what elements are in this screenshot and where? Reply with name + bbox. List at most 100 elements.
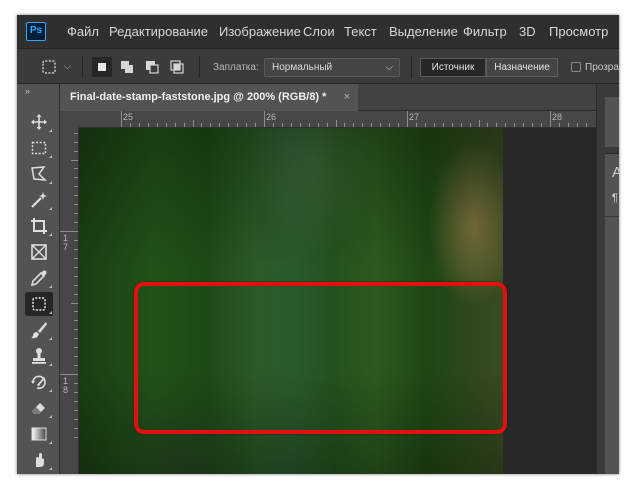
ruler-tick bbox=[74, 400, 78, 402]
ruler-tick bbox=[389, 123, 391, 127]
ruler-tick bbox=[532, 123, 534, 127]
ruler-tick bbox=[74, 222, 78, 224]
divider bbox=[82, 56, 83, 78]
ruler-tick bbox=[550, 111, 551, 127]
document-tab[interactable]: Final-date-stamp-faststone.jpg @ 200% (R… bbox=[60, 84, 358, 111]
menu-layers[interactable]: Слои bbox=[303, 24, 335, 39]
ruler-tick bbox=[496, 123, 498, 127]
menu-3d[interactable]: 3D bbox=[519, 24, 536, 39]
ruler-tick bbox=[74, 284, 78, 286]
ruler-tick bbox=[201, 123, 203, 127]
ruler-tick bbox=[74, 204, 78, 206]
brush-tool[interactable] bbox=[25, 318, 53, 342]
move-tool[interactable] bbox=[25, 110, 53, 134]
smudge-tool[interactable] bbox=[25, 448, 53, 472]
menu-type[interactable]: Текст bbox=[344, 24, 377, 39]
brush-icon bbox=[31, 322, 47, 339]
ruler-tick bbox=[523, 123, 525, 127]
clone-stamp-icon bbox=[32, 348, 46, 364]
ruler-tick bbox=[264, 111, 265, 127]
ruler-tick bbox=[541, 123, 543, 127]
divider bbox=[199, 56, 200, 78]
paragraph-panel-icon[interactable]: ¶ bbox=[612, 192, 618, 204]
ruler-tick bbox=[74, 391, 78, 393]
ruler-tick bbox=[74, 382, 78, 384]
magic-wand-tool[interactable] bbox=[25, 188, 53, 212]
smudge-icon bbox=[36, 453, 44, 467]
ruler-tick bbox=[74, 150, 78, 152]
ruler-tick bbox=[317, 123, 319, 127]
subtract-from-selection-button[interactable] bbox=[142, 57, 162, 77]
ruler-tick bbox=[74, 239, 78, 241]
ruler-tick bbox=[353, 123, 355, 127]
document-tab-title: Final-date-stamp-faststone.jpg @ 200% (R… bbox=[70, 91, 327, 103]
ruler-tick bbox=[442, 123, 444, 127]
preset-chevron-down-icon[interactable]: ⌵ bbox=[64, 61, 71, 72]
marquee-tool[interactable] bbox=[25, 136, 53, 160]
ruler-tick bbox=[398, 123, 400, 127]
new-selection-button[interactable] bbox=[92, 57, 112, 77]
ruler-tick bbox=[424, 123, 426, 127]
menu-filter[interactable]: Фильтр bbox=[463, 24, 507, 39]
side-panel: A ¶ bbox=[605, 153, 619, 474]
ruler-tick bbox=[74, 132, 78, 134]
ruler-tick bbox=[460, 123, 462, 127]
ruler-tick bbox=[487, 123, 489, 127]
ruler-tick bbox=[478, 120, 480, 127]
patch-mode-select[interactable]: Нормальный ⌵ bbox=[264, 58, 400, 77]
crop-tool[interactable] bbox=[25, 214, 53, 238]
ruler-tick bbox=[308, 123, 310, 127]
gradient-tool[interactable] bbox=[25, 422, 53, 446]
tool-preset-picker[interactable] bbox=[39, 57, 59, 77]
ruler-tick bbox=[371, 123, 373, 127]
highlight-box bbox=[134, 282, 507, 434]
ruler-tick bbox=[60, 231, 78, 232]
menu-image[interactable]: Изображение bbox=[219, 24, 301, 39]
new-selection-icon bbox=[98, 63, 106, 71]
ruler-tick bbox=[74, 329, 78, 331]
ruler-label: 25 bbox=[123, 112, 134, 122]
ruler-tick bbox=[71, 302, 78, 304]
rectangular-marquee-icon bbox=[31, 141, 47, 155]
lasso-tool[interactable] bbox=[25, 162, 53, 186]
menu-select[interactable]: Выделение bbox=[389, 24, 458, 39]
ruler-tick bbox=[237, 123, 239, 127]
menu-view[interactable]: Просмотр bbox=[549, 24, 608, 39]
destination-toggle[interactable]: Назначение bbox=[486, 58, 558, 77]
chevron-down-icon: ⌵ bbox=[385, 62, 393, 73]
ruler-tick bbox=[255, 123, 257, 127]
frame-tool[interactable] bbox=[25, 240, 53, 264]
menu-edit[interactable]: Редактирование bbox=[109, 24, 208, 39]
clone-stamp-tool[interactable] bbox=[25, 344, 53, 368]
transparent-label[interactable]: Прозрачный bbox=[585, 62, 619, 73]
eyedropper-tool[interactable] bbox=[25, 266, 53, 290]
ruler-tick bbox=[326, 123, 328, 127]
ruler-tick bbox=[71, 159, 78, 161]
history-brush-tool[interactable] bbox=[25, 370, 53, 394]
patch-mode-value: Нормальный bbox=[272, 62, 333, 73]
ruler-label: 26 bbox=[266, 112, 277, 122]
ruler-tick bbox=[335, 120, 337, 127]
ruler-tick bbox=[74, 427, 78, 429]
ruler-tick bbox=[74, 168, 78, 170]
eraser-tool[interactable] bbox=[25, 396, 53, 420]
menu-bar: Ps Файл Редактирование Изображение Слои … bbox=[17, 15, 619, 48]
menu-file[interactable]: Файл bbox=[67, 24, 99, 39]
source-toggle[interactable]: Источник bbox=[420, 58, 486, 77]
crop-icon bbox=[31, 218, 47, 234]
add-to-selection-button[interactable] bbox=[117, 57, 137, 77]
collapse-panel-icon[interactable]: » bbox=[25, 86, 30, 96]
ruler-tick bbox=[192, 120, 194, 127]
ruler-tick bbox=[433, 123, 435, 127]
ruler-tick bbox=[174, 123, 176, 127]
character-panel-icon[interactable]: A bbox=[612, 164, 619, 181]
ruler-origin bbox=[60, 111, 79, 128]
close-icon[interactable]: × bbox=[344, 84, 350, 111]
patch-tool[interactable] bbox=[25, 292, 53, 316]
transparent-checkbox[interactable] bbox=[571, 62, 581, 72]
ruler-tick bbox=[380, 123, 382, 127]
ruler-tick bbox=[299, 123, 301, 127]
intersect-selection-button[interactable] bbox=[167, 57, 187, 77]
panel-tab[interactable] bbox=[605, 97, 619, 147]
ruler-label: 27 bbox=[409, 112, 420, 122]
